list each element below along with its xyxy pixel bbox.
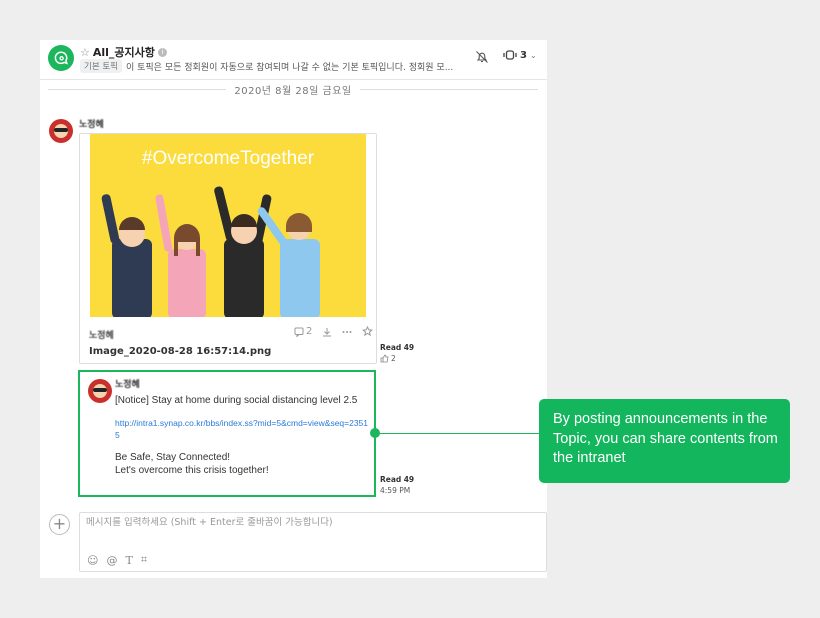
avatar[interactable] [88,379,112,403]
hashtag-icon[interactable]: ⌗ [141,553,147,567]
comment-count: 2 [306,326,313,337]
message-sender[interactable]: 노정혜 [115,377,140,390]
topic-title: ☆ All_공지사항 i [80,44,167,60]
member-count: 3 [520,50,527,61]
notice-line: Be Safe, Stay Connected! [115,452,231,463]
attachment-actions: 2 [294,326,374,337]
notice-body: [Notice] Stay at home during social dist… [115,394,370,477]
more-icon[interactable] [342,327,352,337]
comment-icon [294,327,304,337]
message-input[interactable] [86,517,536,528]
topic-description: 기본 토픽 이 토픽은 모든 정회원이 자동으로 참여되며 나갈 수 없는 기본… [80,59,453,73]
attachment-filename[interactable]: Image_2020-08-28 16:57:14.png [89,346,271,357]
star-icon[interactable] [362,326,374,337]
composer-toolbar: ☺ @ T ⌗ [87,553,147,567]
message-composer: ☺ @ T ⌗ [79,512,547,572]
comment-button[interactable]: 2 [294,326,312,337]
notice-line: Let's overcome this crisis together! [115,465,269,476]
read-receipt[interactable]: Read 49 4:59 PM [380,474,414,496]
notice-line: [Notice] Stay at home during social dist… [115,395,358,406]
emoji-icon[interactable]: ☺ [87,554,98,567]
image-attachment-card[interactable]: #OvercomeTogether 노정혜 2 Image_2020-08-28… [79,133,377,364]
read-count: 49 [403,343,415,352]
chat-panel: ☆ All_공지사항 i 기본 토픽 이 토픽은 모든 정회원이 자동으로 참여… [40,40,547,578]
intranet-link[interactable]: http://intra1.synap.co.kr/bbs/index.ss?m… [115,417,370,441]
mention-icon[interactable]: @ [106,554,117,567]
default-topic-badge: 기본 토픽 [80,59,122,73]
avatar[interactable] [49,119,73,143]
download-icon[interactable] [322,327,332,337]
date-divider-text: 2020년 8월 28일 금요일 [234,85,352,97]
topic-chat-icon[interactable] [48,45,74,71]
thumbs-up-icon [380,354,389,363]
like-button[interactable]: 2 [380,353,396,364]
date-divider: 2020년 8월 28일 금요일 [48,82,538,97]
poster-title: #OvercomeTogether [141,148,315,169]
read-label: Read [380,475,402,484]
read-receipt[interactable]: Read 49 2 [380,342,414,366]
favorite-star-icon[interactable]: ☆ [80,46,90,59]
topic-header: ☆ All_공지사항 i 기본 토픽 이 토픽은 모든 정회원이 자동으로 참여… [40,40,547,80]
callout-box: By posting announcements in the Topic, y… [539,399,790,483]
add-attachment-button[interactable]: + [49,514,70,535]
info-icon[interactable]: i [157,47,167,57]
topic-description-text: 이 토픽은 모든 정회원이 자동으로 참여되며 나갈 수 없는 기본 토픽입니다… [125,62,454,73]
read-count: 49 [403,475,415,484]
notification-mute-icon[interactable] [475,50,489,64]
message-time: 4:59 PM [380,486,411,495]
member-count-button[interactable]: 3 ⌄ [503,50,537,61]
message-sender[interactable]: 노정혜 [79,117,104,130]
callout-text: By posting announcements in the Topic, y… [553,411,778,466]
attachment-sender: 노정혜 [89,331,114,341]
poster-image[interactable]: #OvercomeTogether [90,134,366,317]
callout-dot [370,428,380,438]
callout-connector [375,433,540,434]
text-format-icon[interactable]: T [125,554,132,567]
like-count: 2 [391,354,396,363]
members-icon [503,50,517,60]
topic-name: All_공지사항 [92,46,155,59]
chevron-down-icon: ⌄ [529,51,537,60]
notice-message[interactable]: 노정혜 [Notice] Stay at home during social … [78,370,376,497]
read-label: Read [380,343,402,352]
